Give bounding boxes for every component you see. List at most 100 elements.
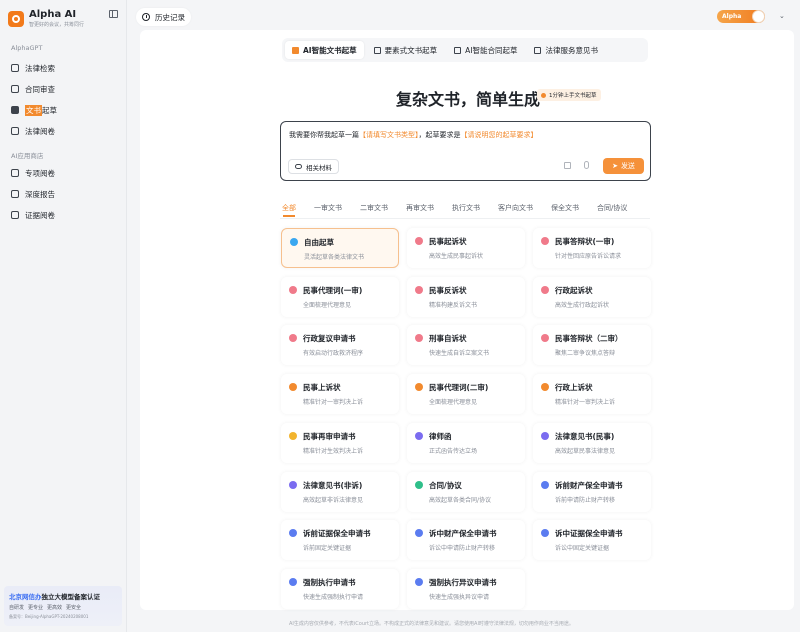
template-card[interactable]: 行政上诉状 精准针对一审判决上诉: [533, 374, 651, 415]
template-title: 合同/协议: [429, 480, 462, 490]
template-icon: [541, 334, 549, 343]
sidebar-item-special-reading[interactable]: 专项阅卷: [8, 165, 118, 181]
prompt-placeholder-requirements: 【请说明您的起草要求】: [460, 131, 538, 139]
filter-second-instance[interactable]: 二审文书: [360, 203, 388, 213]
prompt-text[interactable]: 我需要你帮我起草一篇【请填写文书类型】，起草要求是【请说明您的起草要求】: [289, 130, 538, 140]
template-card[interactable]: 法律意见书(非诉) 高效起草非诉法律意见: [281, 471, 399, 512]
template-icon: [541, 285, 549, 294]
prompt-placeholder-type: 【请填写文书类型】: [359, 131, 419, 139]
template-title: 行政复议申请书: [303, 334, 356, 344]
template-card[interactable]: 诉中财产保全申请书 诉讼中申请防止财产转移: [407, 520, 525, 561]
template-title: 民事答辩状(一审): [555, 237, 615, 246]
template-card[interactable]: 强制执行异议申请书 快速生成强执异议申请: [407, 568, 525, 609]
template-card[interactable]: 强制执行申请书 快速生成强制执行申请: [281, 568, 399, 609]
template-card[interactable]: 民事代理词(一审) 全面梳理代理意见: [281, 276, 399, 317]
template-desc: 快速生成强制执行申请: [303, 593, 364, 601]
template-icon: [541, 480, 549, 489]
cloud-upload-icon: [295, 164, 302, 169]
tab-legal-opinion[interactable]: 法律服务意见书: [527, 41, 605, 59]
template-title: 民事反诉状: [429, 285, 467, 295]
sidebar-item-document-drafting[interactable]: 文书 起草: [8, 102, 118, 118]
sidebar-item-label: 起草: [42, 105, 57, 115]
filter-retrial[interactable]: 再审文书: [406, 203, 434, 213]
template-icon: [541, 431, 549, 440]
template-card[interactable]: 诉前证据保全申请书 诉前固定关键证据: [281, 520, 399, 561]
template-card[interactable]: 民事代理词(二审) 全面梳理代理意见: [407, 374, 525, 415]
sidebar-collapse-icon[interactable]: [109, 10, 118, 18]
template-icon: [415, 529, 423, 538]
template-card[interactable]: 民事起诉状 高效生成民事起诉状: [407, 228, 525, 268]
template-card[interactable]: 法律意见书(民事) 高效起草民事法律意见: [533, 422, 651, 463]
template-title: 民事再审申请书: [303, 431, 356, 441]
template-icon: [415, 577, 423, 586]
template-desc: 快速生成强执异议申请: [429, 593, 490, 601]
quickstart-badge[interactable]: 1分钟上手文书起草: [537, 89, 601, 101]
template-title: 强制执行申请书: [303, 577, 356, 587]
filter-preservation[interactable]: 保全文书: [551, 203, 579, 213]
template-title: 民事代理词(二审): [429, 383, 489, 393]
template-card[interactable]: 诉中证据保全申请书 诉讼中固定关键证据: [533, 520, 651, 561]
template-title: 行政起诉状: [555, 285, 593, 295]
alpha-badge[interactable]: Alpha: [717, 10, 765, 23]
filter-contract[interactable]: 合同/协议: [597, 203, 627, 213]
template-icon: [289, 383, 297, 392]
clock-icon: [142, 13, 150, 21]
sidebar-item-label-highlight: 文书: [25, 104, 42, 116]
template-desc: 诉前申请防止财产转移: [555, 496, 616, 504]
send-button[interactable]: ➤ 发送: [603, 158, 644, 174]
filter-client[interactable]: 客户向文书: [498, 203, 533, 213]
template-desc: 全面梳理代理意见: [303, 301, 352, 309]
filter-all[interactable]: 全部: [282, 203, 296, 217]
chevron-down-icon[interactable]: ⌄: [779, 12, 785, 20]
image-icon[interactable]: [564, 162, 571, 169]
template-title: 行政上诉状: [555, 383, 593, 393]
template-card[interactable]: 民事再审申请书 精准针对生效判决上诉: [281, 422, 399, 463]
sidebar-item-label: 法律阅卷: [25, 126, 55, 136]
template-title: 法律意见书(非诉): [303, 480, 363, 490]
history-button[interactable]: 历史记录: [136, 8, 191, 26]
template-card[interactable]: 民事上诉状 精准针对一审判决上诉: [281, 374, 399, 415]
sidebar-item-legal-search[interactable]: 法律检索: [8, 60, 118, 76]
attach-materials-button[interactable]: 相关材料: [288, 159, 339, 174]
template-title: 诉中证据保全申请书: [555, 529, 623, 539]
template-card[interactable]: 民事答辩状（二审） 聚焦二审争议焦点答辩: [533, 325, 651, 366]
prompt-input[interactable]: 我需要你帮我起草一篇【请填写文书类型】，起草要求是【请说明您的起草要求】 相关材…: [280, 121, 651, 181]
filter-first-instance[interactable]: 一审文书: [314, 203, 342, 213]
template-desc: 诉讼中固定关键证据: [555, 545, 610, 553]
template-icon: [415, 237, 423, 245]
template-card[interactable]: 律师函 正式函告传达立场: [407, 422, 525, 463]
microphone-icon[interactable]: [584, 161, 589, 169]
sidebar-item-label: 法律检索: [25, 63, 55, 73]
sidebar-item-contract-review[interactable]: 合同审查: [8, 81, 118, 97]
tab-ai-document-draft[interactable]: AI智能文书起草: [285, 41, 364, 59]
filter-execution[interactable]: 执行文书: [452, 203, 480, 213]
template-title: 民事上诉状: [303, 383, 341, 393]
avatar[interactable]: [752, 10, 765, 23]
template-card[interactable]: 合同/协议 高效起草各类合同/协议: [407, 471, 525, 512]
form-icon: [373, 46, 381, 54]
sidebar-item-legal-reading[interactable]: 法律阅卷: [8, 123, 118, 139]
app-slogan: 智更好的会议，共筹同行: [29, 22, 85, 28]
template-card[interactable]: 民事答辩状(一审) 针对性回应原告诉讼请求: [533, 228, 651, 268]
template-card[interactable]: 行政起诉状 高效生成行政起诉状: [533, 276, 651, 317]
category-filters: 全部 一审文书 二审文书 再审文书 执行文书 客户向文书 保全文书 合同/协议: [282, 203, 645, 217]
template-card[interactable]: 行政复议申请书 有效启动行政救济程序: [281, 325, 399, 366]
template-title: 民事起诉状: [429, 237, 467, 246]
template-card[interactable]: 诉前财产保全申请书 诉前申请防止财产转移: [533, 471, 651, 512]
tab-element-document-draft[interactable]: 要素式文书起草: [367, 41, 445, 59]
template-icon: [415, 480, 423, 489]
template-desc: 灵活起草各类法律文书: [304, 254, 365, 261]
tab-ai-contract-draft[interactable]: AI智能合同起草: [447, 41, 524, 59]
sidebar-item-evidence-reading[interactable]: 证据阅卷: [8, 207, 118, 223]
sidebar-item-deep-report[interactable]: 深度报告: [8, 186, 118, 202]
brand[interactable]: Alpha AI 智更好的会议，共筹同行: [8, 9, 84, 29]
template-desc: 聚焦二审争议焦点答辩: [555, 350, 616, 358]
certification-promo[interactable]: 北京网信办独立大模型备案认证 自研发 更专业 更高效 更安全 备案号：Beijing-…: [4, 586, 122, 626]
template-card[interactable]: 刑事自诉状 快速生成自诉立案文书: [407, 325, 525, 366]
send-icon: ➤: [612, 162, 618, 170]
template-card[interactable]: 民事反诉状 精准构建反诉文书: [407, 276, 525, 317]
section-label-alphagpt: AlphaGPT: [11, 44, 43, 52]
template-card[interactable]: 自由起草 灵活起草各类法律文书: [281, 228, 399, 268]
template-icon: [415, 431, 423, 440]
draft-mode-tabs: AI智能文书起草 要素式文书起草 AI智能合同起草 法律服务意见书: [282, 38, 648, 62]
